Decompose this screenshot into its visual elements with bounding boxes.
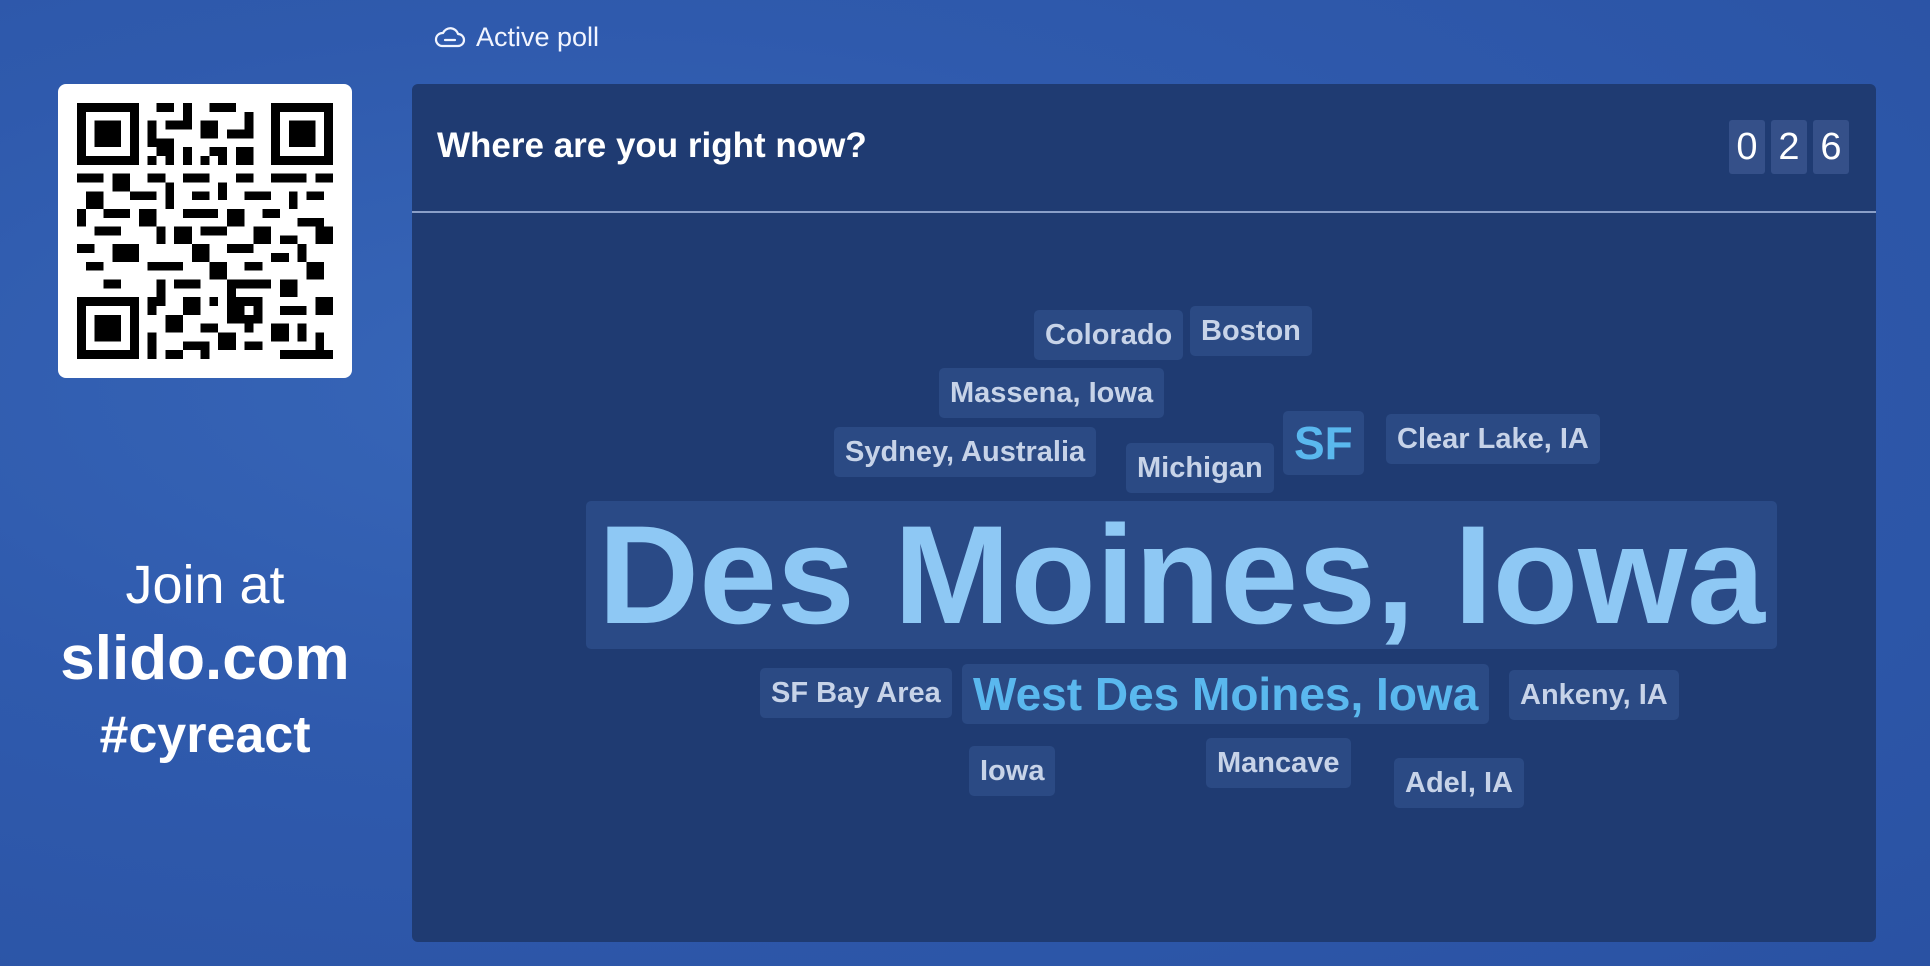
poll-status: Active poll — [434, 22, 599, 53]
qr-code-icon — [77, 103, 333, 359]
event-code: #cyreact — [99, 706, 311, 764]
word-cloud-item: Boston — [1190, 306, 1312, 356]
word-cloud: Colorado Boston Massena, Iowa Sydney, Au… — [412, 84, 1876, 942]
qr-code-card — [58, 84, 352, 378]
word-cloud-item: Adel, IA — [1394, 758, 1524, 808]
word-cloud-item: Massena, Iowa — [939, 368, 1165, 418]
word-cloud-item: Ankeny, IA — [1509, 670, 1679, 720]
word-cloud-item: Colorado — [1034, 310, 1184, 360]
join-info: Join at slido.com #cyreact — [0, 552, 410, 770]
word-cloud-item-top: Des Moines, Iowa — [586, 501, 1777, 649]
word-cloud-item: West Des Moines, Iowa — [962, 664, 1490, 724]
join-site: slido.com — [60, 624, 350, 693]
cloud-icon — [434, 26, 466, 47]
word-cloud-item: Iowa — [969, 746, 1056, 796]
word-cloud-item: Clear Lake, IA — [1386, 414, 1600, 464]
poll-panel: Where are you right now? 0 2 6 Colorado … — [412, 84, 1876, 942]
join-label: Join at — [125, 555, 285, 615]
word-cloud-item: Mancave — [1206, 738, 1351, 788]
word-cloud-item: Sydney, Australia — [834, 427, 1097, 477]
poll-status-label: Active poll — [476, 22, 600, 52]
word-cloud-item: SF — [1283, 411, 1364, 475]
word-cloud-item: SF Bay Area — [760, 668, 952, 718]
word-cloud-item: Michigan — [1126, 443, 1274, 493]
